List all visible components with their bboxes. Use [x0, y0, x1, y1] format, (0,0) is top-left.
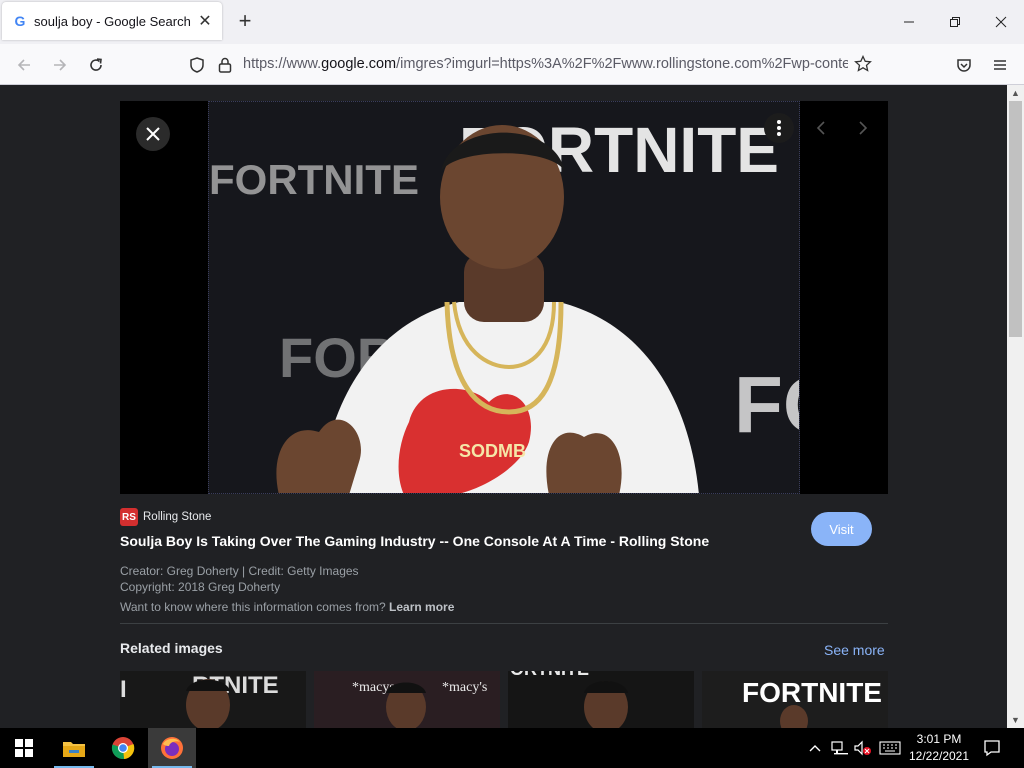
minimize-button[interactable] [886, 0, 932, 44]
person-photo: FORTNITE FORTNITE FORTNITE FORTNITE SODM… [209, 102, 800, 493]
menu-button[interactable] [987, 52, 1013, 78]
next-image-button[interactable] [852, 117, 874, 139]
clock-date: 12/22/2021 [908, 749, 970, 763]
back-arrow-icon [17, 59, 30, 71]
chain-pendant-text: SODMB [459, 441, 526, 461]
pocket-icon [957, 59, 971, 72]
related-images-row: I RTNITE *macys *macy's ORTNITE [120, 671, 888, 728]
backdrop-text: FORTNITE [734, 360, 800, 449]
svg-text:I: I [120, 676, 127, 703]
google-g-icon: G [14, 13, 26, 29]
image-title-link[interactable]: Soulja Boy Is Taking Over The Gaming Ind… [120, 533, 709, 549]
source-name[interactable]: Rolling Stone [143, 511, 211, 523]
vertical-scrollbar[interactable]: ▲ ▼ [1007, 85, 1024, 728]
network-icon[interactable] [829, 728, 849, 768]
firefox-icon [161, 737, 183, 759]
close-icon [995, 16, 1007, 28]
forward-arrow-icon [54, 59, 67, 71]
back-button[interactable] [11, 52, 37, 78]
reload-button[interactable] [83, 52, 109, 78]
navigation-bar: https://www.google.com/imgres?imgurl=htt… [0, 44, 1024, 85]
chevron-up-icon[interactable] [806, 728, 824, 768]
related-image-thumbnail[interactable]: *macys *macy's [314, 671, 500, 728]
address-bar[interactable]: https://www.google.com/imgres?imgurl=htt… [180, 50, 880, 80]
image-viewer: FORTNITE FORTNITE FORTNITE FORTNITE SODM… [120, 101, 888, 494]
svg-text:FORTNITE: FORTNITE [742, 677, 882, 708]
related-image-thumbnail[interactable]: FORTNITE [702, 671, 888, 728]
file-explorer-icon [63, 742, 85, 757]
chrome-icon [111, 737, 135, 760]
svg-text:*macy's: *macy's [442, 680, 487, 695]
divider [120, 623, 888, 624]
close-viewer-button[interactable] [136, 117, 170, 151]
start-icon [15, 739, 33, 757]
url-text[interactable]: https://www.google.com/imgres?imgurl=htt… [243, 56, 848, 72]
restore-icon [950, 17, 960, 27]
firefox-button[interactable] [148, 728, 196, 768]
rolling-stone-logo-icon: RS [120, 508, 138, 526]
shield-icon[interactable] [188, 56, 206, 79]
svg-text:ORTNITE: ORTNITE [510, 671, 589, 679]
tab-strip: G soulja boy - Google Search ✕ + [0, 0, 1024, 44]
learn-more-link[interactable]: Learn more [389, 600, 454, 614]
taskbar: 3:01 PM 12/22/2021 [0, 728, 1024, 768]
page-content: FORTNITE FORTNITE FORTNITE FORTNITE SODM… [0, 85, 1007, 728]
tab-close-icon[interactable]: ✕ [196, 12, 214, 30]
related-image-thumbnail[interactable]: ORTNITE [508, 671, 694, 728]
related-image-thumbnail[interactable]: I RTNITE [120, 671, 306, 728]
new-tab-button[interactable]: + [234, 10, 256, 32]
scrollbar-thumb[interactable] [1009, 101, 1022, 337]
copyright-text: Copyright: 2018 Greg Doherty [120, 580, 281, 594]
previous-image-button[interactable] [810, 117, 832, 139]
lock-icon[interactable] [217, 56, 233, 79]
see-more-link[interactable]: See more [824, 642, 885, 658]
browser-tab[interactable]: G soulja boy - Google Search ✕ [2, 2, 222, 40]
system-clock[interactable]: 3:01 PM 12/22/2021 [906, 731, 972, 765]
preview-image[interactable]: FORTNITE FORTNITE FORTNITE FORTNITE SODM… [208, 101, 800, 494]
backdrop-text: FORTNITE [209, 156, 419, 203]
more-options-button[interactable] [764, 113, 794, 143]
source-row[interactable]: RS Rolling Stone [120, 508, 211, 526]
creator-credit: Creator: Greg Doherty | Credit: Getty Im… [120, 564, 359, 578]
clock-time: 3:01 PM [916, 732, 962, 746]
more-vert-icon [777, 120, 781, 136]
info-source-line: Want to know where this information come… [120, 600, 455, 614]
pocket-button[interactable] [951, 52, 977, 78]
volume-muted-icon[interactable] [852, 728, 872, 768]
notification-icon[interactable] [980, 728, 1004, 768]
close-icon [146, 127, 160, 141]
chevron-right-icon [859, 121, 868, 135]
maximize-button[interactable] [932, 0, 978, 44]
file-explorer-button[interactable] [50, 728, 98, 768]
chevron-left-icon [816, 121, 825, 135]
reload-icon [90, 58, 102, 71]
forward-button[interactable] [47, 52, 73, 78]
visit-button[interactable]: Visit [811, 512, 872, 546]
window-close-button[interactable] [978, 0, 1024, 44]
tab-title: soulja boy - Google Search [34, 13, 191, 29]
scroll-up-icon[interactable]: ▲ [1007, 85, 1024, 101]
star-icon[interactable] [854, 54, 872, 78]
start-button[interactable] [0, 728, 48, 768]
keyboard-icon[interactable] [877, 728, 903, 768]
minimize-icon [904, 21, 914, 23]
scroll-down-icon[interactable]: ▼ [1007, 712, 1024, 728]
menu-icon [994, 60, 1006, 70]
chrome-button[interactable] [99, 728, 147, 768]
related-images-heading: Related images [120, 640, 223, 656]
